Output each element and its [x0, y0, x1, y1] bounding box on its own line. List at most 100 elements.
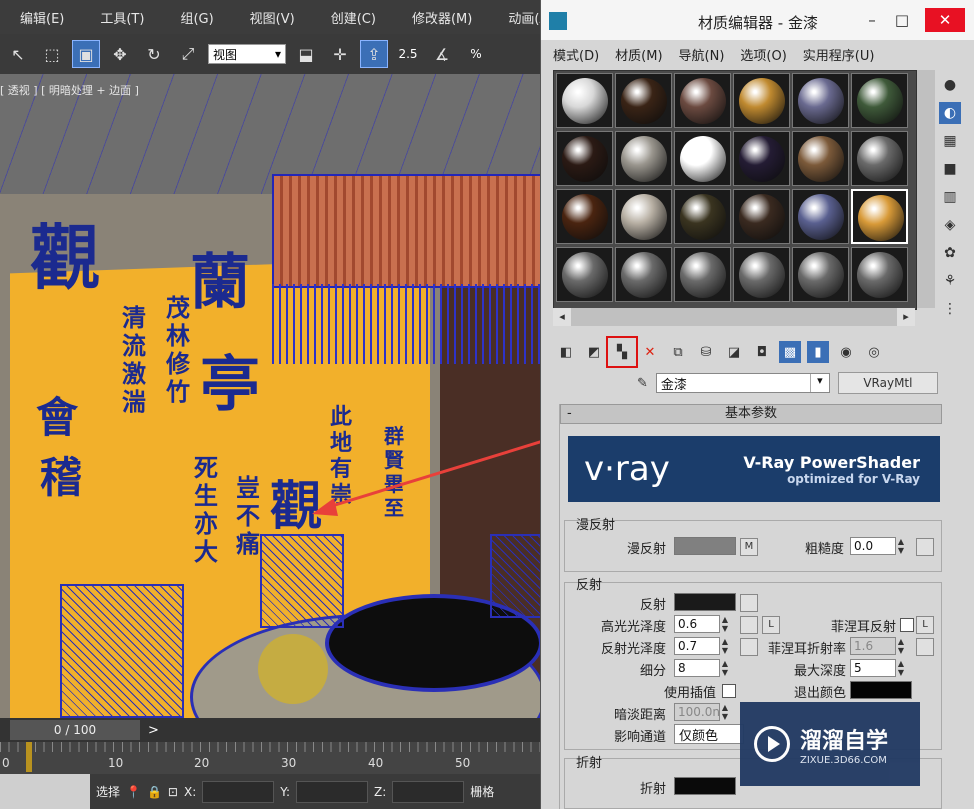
menu-modifiers[interactable]: 修改器(M): [392, 8, 488, 27]
rect-select-icon[interactable]: ⬚: [38, 40, 66, 68]
snap-toggle[interactable]: 2.5: [394, 40, 422, 68]
subdivs-value[interactable]: 8: [674, 659, 720, 677]
show-end-result-icon[interactable]: ▩: [779, 341, 801, 363]
diffuse-map-button[interactable]: M: [740, 538, 758, 556]
reference-coord-dropdown[interactable]: 视图 ▾: [208, 44, 286, 64]
rotate-icon[interactable]: ↻: [140, 40, 168, 68]
fresnel-ior-spinner[interactable]: 1.6 ▲ ▼: [850, 637, 906, 655]
spinner-arrows-icon[interactable]: ▲ ▼: [720, 703, 730, 721]
make-unique-icon[interactable]: ⧉: [667, 341, 689, 363]
hilight-gloss-spinner[interactable]: 0.6 ▲ ▼: [674, 615, 730, 633]
material-sample-slot[interactable]: [733, 131, 790, 186]
video-color-check-icon[interactable]: ▥: [939, 186, 961, 208]
max-depth-value[interactable]: 5: [850, 659, 896, 677]
menu-tools[interactable]: 工具(T): [80, 8, 160, 27]
eyedropper-icon[interactable]: ✎: [637, 376, 648, 391]
hilight-gloss-map-button[interactable]: [740, 616, 758, 634]
material-sample-slot[interactable]: [615, 73, 672, 128]
material-sample-slot[interactable]: [674, 73, 731, 128]
exit-color-swatch[interactable]: [850, 681, 912, 699]
material-sample-slot[interactable]: [615, 189, 672, 244]
keyboard-shortcut-override-icon[interactable]: ⇪: [360, 40, 388, 68]
material-id-channel-icon[interactable]: ◪: [723, 341, 745, 363]
roughness-spinner[interactable]: 0.0 ▲ ▼: [850, 537, 906, 555]
rollout-header[interactable]: - 基本参数: [560, 404, 942, 424]
material-sample-slot[interactable]: [851, 73, 908, 128]
material-sample-slot[interactable]: [733, 247, 790, 302]
go-to-parent-icon[interactable]: ▮: [807, 341, 829, 363]
assign-to-selection-icon[interactable]: ▚: [606, 336, 638, 368]
time-slider[interactable]: 0 / 100: [10, 720, 140, 740]
material-sample-slot[interactable]: [851, 247, 908, 302]
material-name-field[interactable]: 金漆 ▾: [655, 373, 830, 393]
material-sample-slot[interactable]: [851, 131, 908, 186]
lock-icon[interactable]: 🔒: [147, 785, 162, 799]
spinner-arrows-icon[interactable]: ▲ ▼: [720, 615, 730, 633]
put-to-library-icon[interactable]: ⛁: [695, 341, 717, 363]
roughness-map-button[interactable]: [916, 538, 934, 556]
menu-navigation[interactable]: 导航(N): [679, 45, 725, 64]
close-button[interactable]: ✕: [925, 8, 965, 32]
material-sample-slot[interactable]: [674, 189, 731, 244]
viewport-label[interactable]: [ 透视 ] [ 明暗处理 + 边面 ]: [0, 82, 139, 98]
angle-snap-icon[interactable]: ∡: [428, 40, 456, 68]
material-sample-slot[interactable]: [556, 189, 613, 244]
x-coord-field[interactable]: [202, 780, 275, 803]
spinner-arrows-icon[interactable]: ▲ ▼: [896, 537, 906, 555]
select-arrow-icon[interactable]: ↖: [4, 40, 32, 68]
menu-create[interactable]: 创建(C): [311, 8, 392, 27]
material-sample-slot[interactable]: [733, 73, 790, 128]
scale-icon[interactable]: ⤢: [174, 40, 202, 68]
refract-color-swatch[interactable]: [674, 777, 736, 795]
menu-utilities[interactable]: 实用程序(U): [803, 45, 875, 64]
maxscript-listener[interactable]: [0, 774, 90, 809]
maximize-button[interactable]: □: [887, 8, 917, 32]
collapse-icon[interactable]: -: [567, 405, 572, 423]
minimize-button[interactable]: –: [857, 8, 887, 32]
scroll-left-icon[interactable]: ◂: [553, 308, 571, 326]
material-sample-slot[interactable]: [851, 189, 908, 244]
pin-icon[interactable]: 📍: [126, 785, 141, 799]
affect-channels-dropdown[interactable]: 仅颜色: [674, 724, 744, 744]
material-sample-slot[interactable]: [615, 247, 672, 302]
max-depth-spinner[interactable]: 5 ▲ ▼: [850, 659, 906, 677]
refl-gloss-spinner[interactable]: 0.7 ▲ ▼: [674, 637, 730, 655]
fresnel-reflection-checkbox[interactable]: [900, 618, 914, 632]
reflect-map-button[interactable]: [740, 594, 758, 612]
hilight-gloss-value[interactable]: 0.6: [674, 615, 720, 633]
fresnel-ior-value[interactable]: 1.6: [850, 637, 896, 655]
material-sample-slot[interactable]: [556, 131, 613, 186]
hilight-gloss-lock-button[interactable]: L: [762, 616, 780, 634]
selection-gizmo[interactable]: [258, 634, 328, 704]
chevron-down-icon[interactable]: ▾: [809, 374, 829, 392]
material-sample-slot[interactable]: [674, 247, 731, 302]
current-frame-marker[interactable]: [26, 742, 32, 772]
spinner-arrows-icon[interactable]: ▲ ▼: [720, 637, 730, 655]
options-icon[interactable]: ✿: [939, 242, 961, 264]
y-coord-field[interactable]: [296, 780, 369, 803]
get-material-icon[interactable]: ◧: [555, 341, 577, 363]
pivot-icon[interactable]: ⬓: [292, 40, 320, 68]
spinner-arrows-icon[interactable]: ▲ ▼: [896, 637, 906, 655]
refl-gloss-value[interactable]: 0.7: [674, 637, 720, 655]
material-sample-slot[interactable]: [792, 247, 849, 302]
material-sample-slot[interactable]: [674, 131, 731, 186]
menu-views[interactable]: 视图(V): [230, 8, 311, 27]
go-forward-sibling-icon[interactable]: ◉: [835, 341, 857, 363]
spinner-arrows-icon[interactable]: ▲ ▼: [896, 659, 906, 677]
make-preview-icon[interactable]: ◈: [939, 214, 961, 236]
subdivs-spinner[interactable]: 8 ▲ ▼: [674, 659, 730, 677]
menu-material[interactable]: 材质(M): [615, 45, 662, 64]
percent-snap[interactable]: %: [462, 40, 490, 68]
menu-edit[interactable]: 编辑(E): [0, 8, 80, 27]
material-sample-slot[interactable]: [792, 189, 849, 244]
window-crossing-icon[interactable]: ▣: [72, 40, 100, 68]
absolute-mode-icon[interactable]: ⊡: [168, 785, 178, 799]
dim-distance-spinner[interactable]: 100.0n ▲ ▼: [674, 703, 730, 721]
material-sample-slot[interactable]: [733, 189, 790, 244]
select-by-material-icon[interactable]: ⚘: [939, 270, 961, 292]
chair-wireframe[interactable]: [60, 584, 184, 718]
spinner-arrows-icon[interactable]: ▲ ▼: [720, 659, 730, 677]
dim-distance-value[interactable]: 100.0n: [674, 703, 720, 721]
move-icon[interactable]: ✥: [106, 40, 134, 68]
